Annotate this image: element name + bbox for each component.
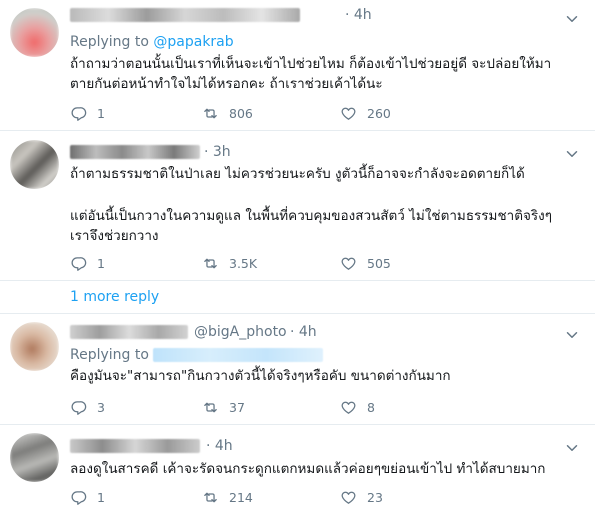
replying-to: Replying to @papakrab (70, 34, 234, 50)
tweet-actions: 1 3.5K 505 (70, 254, 450, 272)
reply-count: 3 (97, 399, 105, 415)
avatar[interactable] (10, 433, 59, 482)
reply-icon (71, 400, 87, 415)
replying-label: Replying to (70, 347, 149, 363)
tweet-text: ถ้าถามว่าตอนนั้นเป็นเราที่เห็นจะเข้าไปช่… (70, 56, 552, 92)
more-replies-link[interactable]: 1 more reply (70, 289, 159, 305)
retweet-button[interactable]: 214 (202, 488, 253, 506)
user-name[interactable] (70, 439, 200, 453)
reply-count: 1 (97, 489, 105, 505)
reply-count: 1 (97, 255, 105, 271)
tweet-time[interactable]: · 3h (204, 144, 231, 160)
like-count: 505 (367, 255, 391, 271)
user-name[interactable] (70, 145, 200, 159)
tweet-text: คืองูมันจะ"สามารถ"กินกวางตัวนี้ได้จริงๆห… (70, 368, 451, 384)
avatar[interactable] (10, 140, 59, 189)
retweet-count: 3.5K (229, 255, 258, 271)
retweet-icon (204, 492, 217, 502)
reply-icon (71, 490, 87, 505)
tweet-actions: 1 806 260 (70, 104, 450, 122)
retweet-button[interactable]: 3.5K (202, 254, 257, 272)
chevron-down-icon[interactable] (563, 145, 581, 163)
retweet-icon (204, 402, 217, 412)
reply-icon (71, 106, 87, 121)
retweet-icon (204, 258, 217, 268)
retweet-count: 214 (229, 489, 253, 505)
retweet-button[interactable]: 806 (202, 104, 253, 122)
avatar[interactable] (10, 8, 59, 57)
heart-icon (341, 491, 356, 504)
like-button[interactable]: 505 (340, 254, 391, 272)
user-name[interactable] (70, 8, 300, 22)
chevron-down-icon[interactable] (563, 10, 581, 28)
like-button[interactable]: 23 (340, 488, 383, 506)
divider (0, 280, 595, 281)
retweet-button[interactable]: 37 (202, 398, 245, 416)
reply-icon (71, 256, 87, 271)
reply-button[interactable]: 1 (70, 254, 105, 272)
chevron-down-icon[interactable] (563, 439, 581, 457)
tweet-text: ถ้าตามธรรมชาติในป่าเลย ไม่ควรช่วยนะครับ … (70, 166, 525, 182)
like-count: 8 (367, 399, 375, 415)
retweet-icon (204, 108, 217, 118)
user-name[interactable] (70, 325, 188, 339)
like-count: 23 (367, 489, 383, 505)
tweet-time[interactable]: · 4h (345, 7, 372, 23)
chevron-down-icon[interactable] (563, 326, 581, 344)
tweet-time[interactable]: · 4h (206, 438, 233, 454)
tweet-text: ลองดูในสารคดี เค้าจะรัดจนกระดูกแตกหมดแล้… (70, 461, 546, 477)
tweet-time[interactable]: · 4h (290, 324, 317, 340)
like-button[interactable]: 8 (340, 398, 375, 416)
tweet-2[interactable]: · 3h ถ้าตามธรรมชาติในป่าเลย ไม่ควรช่วยนะ… (0, 131, 595, 280)
reply-button[interactable]: 1 (70, 104, 105, 122)
replying-to: Replying to (70, 347, 324, 363)
tweet-3[interactable]: @bigA_photo · 4h Replying to คืองูมันจะ"… (0, 314, 595, 424)
like-button[interactable]: 260 (340, 104, 391, 122)
tweet-text-paragraph: แต่อันนี้เป็นกวางในความดูแล ในพื้นที่ควบ… (70, 208, 552, 244)
heart-icon (341, 257, 356, 270)
reply-button[interactable]: 3 (70, 398, 105, 416)
tweet-1[interactable]: · 4h Replying to @papakrab ถ้าถามว่าตอนน… (0, 0, 595, 130)
like-count: 260 (367, 105, 391, 121)
reply-button[interactable]: 1 (70, 488, 105, 506)
retweet-count: 806 (229, 105, 253, 121)
user-handle[interactable]: @bigA_photo (194, 324, 287, 340)
replying-label: Replying to (70, 34, 149, 50)
tweet-4[interactable]: · 4h ลองดูในสารคดี เค้าจะรัดจนกระดูกแตกห… (0, 425, 595, 514)
reply-count: 1 (97, 105, 105, 121)
avatar[interactable] (10, 322, 59, 371)
heart-icon (341, 401, 356, 414)
tweet-actions: 3 37 8 (70, 398, 450, 416)
heart-icon (341, 107, 356, 120)
mention-link[interactable] (153, 348, 324, 362)
retweet-count: 37 (229, 399, 245, 415)
mention-link[interactable]: @papakrab (153, 34, 233, 50)
tweet-actions: 1 214 23 (70, 488, 450, 506)
